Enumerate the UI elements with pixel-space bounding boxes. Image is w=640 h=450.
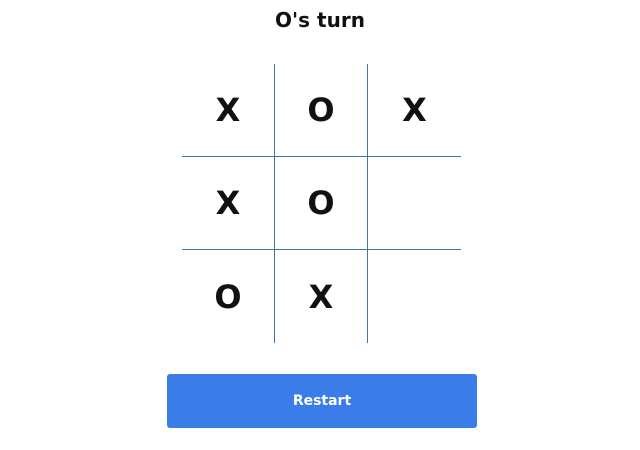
board-cell-5[interactable]: O: [275, 157, 368, 250]
board-cell-2[interactable]: O: [275, 64, 368, 157]
board-cell-4[interactable]: X: [182, 157, 275, 250]
game-board: X O X X O O X: [182, 64, 461, 343]
board-cell-7[interactable]: O: [182, 250, 275, 343]
board-cell-6[interactable]: [368, 157, 461, 250]
board-cell-1[interactable]: X: [182, 64, 275, 157]
turn-status: O's turn: [275, 8, 365, 32]
restart-button[interactable]: Restart: [167, 374, 477, 428]
board-cell-9[interactable]: [368, 250, 461, 343]
board-cell-3[interactable]: X: [368, 64, 461, 157]
board-cell-8[interactable]: X: [275, 250, 368, 343]
